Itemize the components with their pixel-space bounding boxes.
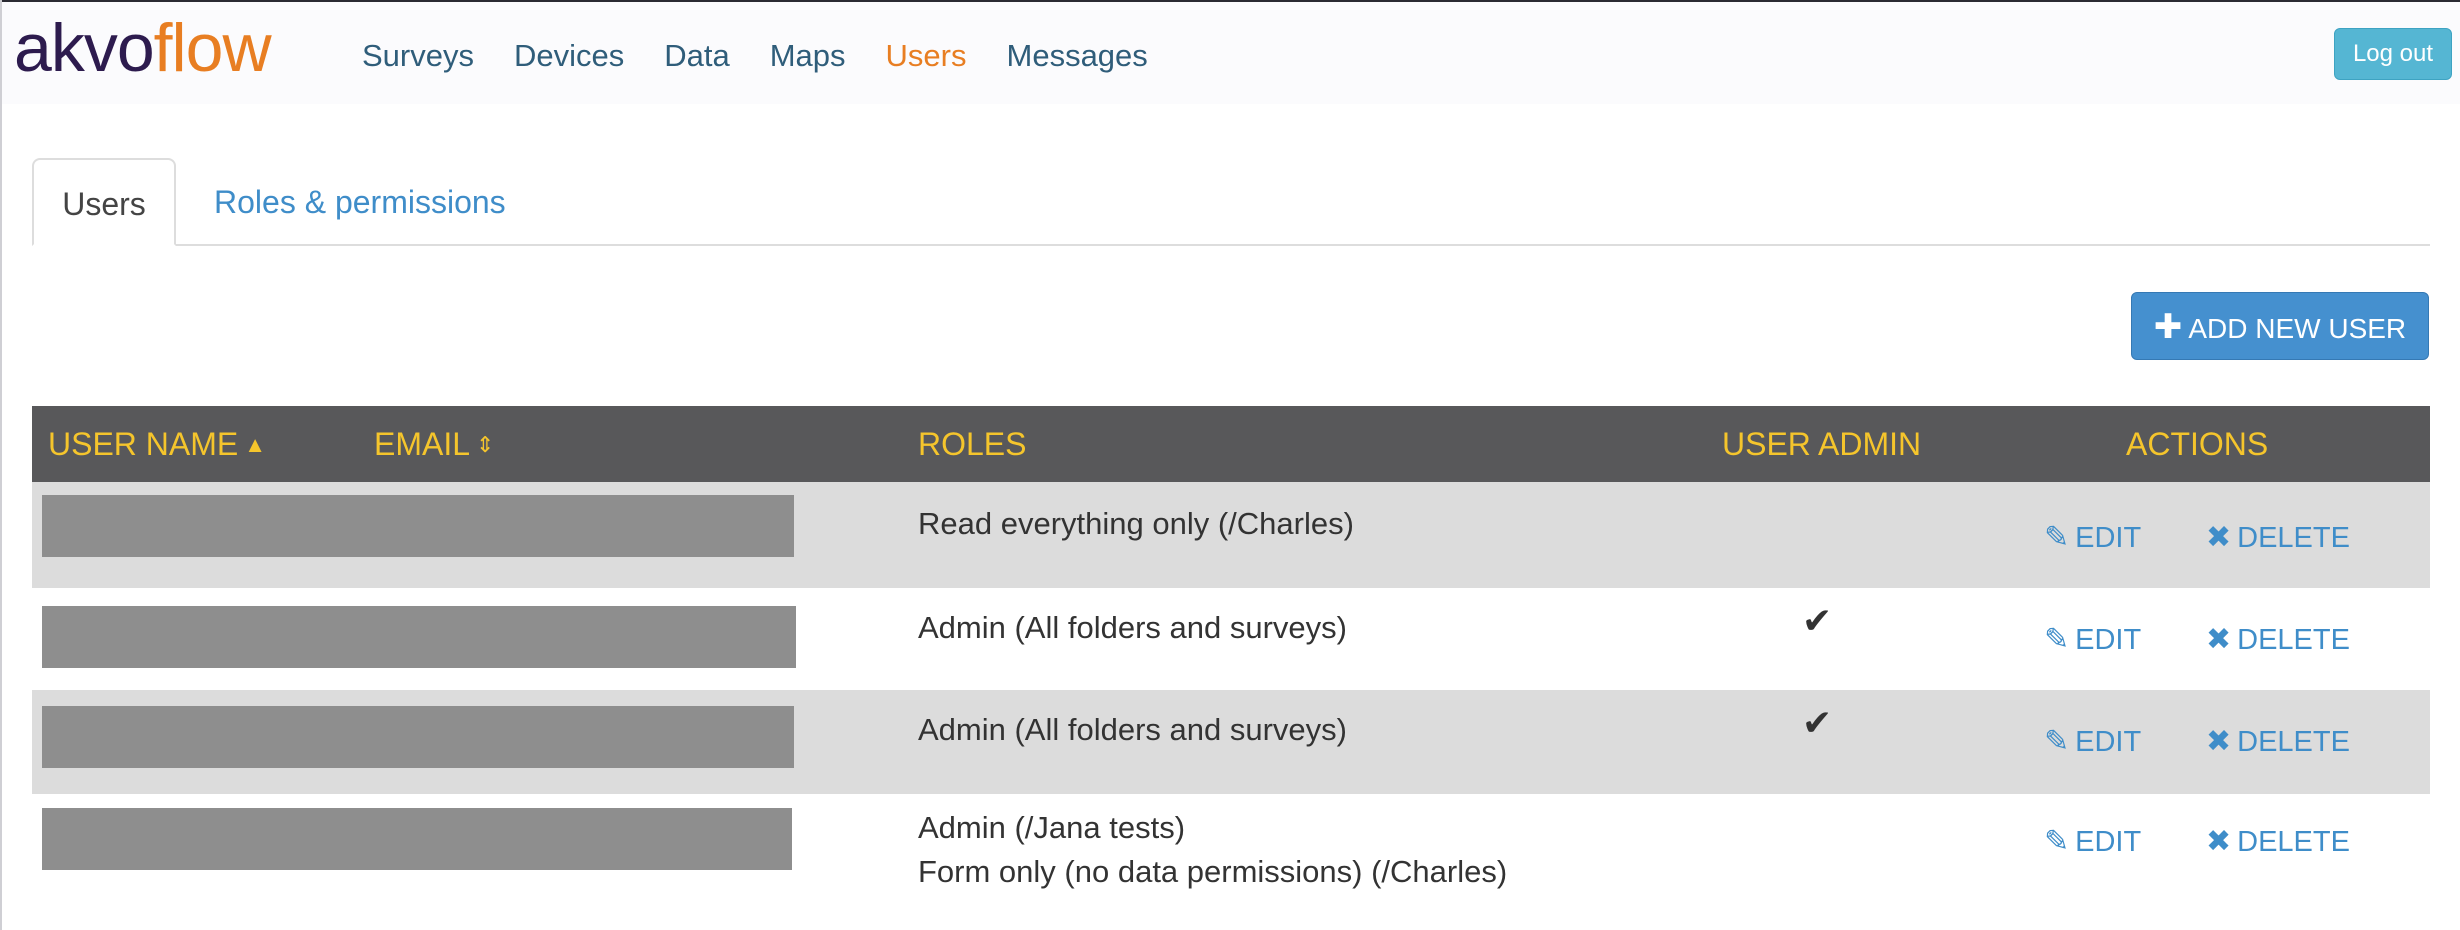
row-role: Admin (All folders and surveys) <box>918 610 1347 645</box>
edit-label: EDIT <box>2075 522 2142 554</box>
row-role: Form only (no data permissions) (/Charle… <box>918 854 1508 889</box>
user-admin-check-icon: ✔ <box>1802 600 1833 641</box>
close-icon: ✖ <box>2206 521 2232 554</box>
plus-icon: ✚ <box>2153 308 2183 346</box>
table-row: Read everything only (/Charles) ✎ EDIT ✖ D… <box>32 482 2430 588</box>
redacted-user-info <box>42 706 794 768</box>
delete-button[interactable]: ✖ DELETE <box>2206 724 2350 759</box>
nav-data[interactable]: Data <box>664 34 729 78</box>
column-header-email[interactable]: EMAIL ⇕ <box>374 406 494 483</box>
caret-up-icon: ▲ <box>244 432 267 457</box>
pencil-icon: ✎ <box>2044 521 2070 554</box>
redacted-user-info <box>42 808 792 870</box>
main-nav: Surveys Devices Data Maps Users Messages <box>362 34 1188 78</box>
pencil-icon: ✎ <box>2044 825 2070 858</box>
nav-users[interactable]: Users <box>886 34 967 78</box>
edit-button[interactable]: ✎ EDIT <box>2044 622 2141 657</box>
edit-button[interactable]: ✎ EDIT <box>2044 520 2141 555</box>
edit-label: EDIT <box>2075 726 2142 758</box>
column-header-user-admin: USER ADMIN <box>1722 426 1922 462</box>
pencil-icon: ✎ <box>2044 725 2070 758</box>
nav-surveys[interactable]: Surveys <box>362 34 474 78</box>
nav-maps[interactable]: Maps <box>770 34 846 78</box>
add-new-user-button[interactable]: ✚ ADD NEW USER <box>2131 292 2429 360</box>
column-header-username-label: USER NAME <box>48 426 239 462</box>
column-header-username[interactable]: USER NAME ▲ <box>48 406 266 483</box>
column-header-actions: ACTIONS <box>2126 426 2269 462</box>
pencil-icon: ✎ <box>2044 623 2070 656</box>
users-table: USER NAME ▲ EMAIL ⇕ ROLES USER ADMIN ACTIO… <box>32 406 2430 906</box>
redacted-user-info <box>42 495 794 557</box>
edit-button[interactable]: ✎ EDIT <box>2044 724 2141 759</box>
delete-label: DELETE <box>2237 826 2350 858</box>
row-role: Admin (/Jana tests) <box>918 810 1186 845</box>
delete-label: DELETE <box>2237 522 2350 554</box>
delete-button[interactable]: ✖ DELETE <box>2206 622 2350 657</box>
table-row: Admin (All folders and surveys) ✔ ✎ EDIT … <box>32 690 2430 794</box>
tab-bar: Users Roles & permissions <box>32 158 2430 246</box>
logout-button[interactable]: Log out <box>2334 28 2452 80</box>
row-role: Admin (All folders and surveys) <box>918 712 1347 747</box>
redacted-user-info <box>42 606 796 668</box>
column-header-email-label: EMAIL <box>374 426 471 462</box>
table-header: USER NAME ▲ EMAIL ⇕ ROLES USER ADMIN ACTIO… <box>32 406 2430 482</box>
nav-devices[interactable]: Devices <box>514 34 624 78</box>
user-admin-check-icon: ✔ <box>1802 702 1833 743</box>
add-new-user-label: ADD NEW USER <box>2188 313 2407 344</box>
nav-messages[interactable]: Messages <box>1007 34 1148 78</box>
window-left-border <box>0 0 2 930</box>
column-header-roles: ROLES <box>918 426 1027 462</box>
close-icon: ✖ <box>2206 623 2232 656</box>
row-role: Read everything only (/Charles) <box>918 506 1354 541</box>
delete-label: DELETE <box>2237 624 2350 656</box>
close-icon: ✖ <box>2206 825 2232 858</box>
edit-label: EDIT <box>2075 826 2142 858</box>
table-row: Admin (/Jana tests) Form only (no data p… <box>32 794 2430 906</box>
sort-icon: ⇕ <box>476 432 495 457</box>
delete-label: DELETE <box>2237 726 2350 758</box>
delete-button[interactable]: ✖ DELETE <box>2206 824 2350 859</box>
delete-button[interactable]: ✖ DELETE <box>2206 520 2350 555</box>
tab-roles-permissions[interactable]: Roles & permissions <box>214 158 506 244</box>
edit-button[interactable]: ✎ EDIT <box>2044 824 2141 859</box>
logo-akvo: akvo <box>14 10 155 86</box>
table-row: Admin (All folders and surveys) ✔ ✎ EDIT … <box>32 588 2430 690</box>
logo-flow: flow <box>153 10 272 86</box>
close-icon: ✖ <box>2206 725 2232 758</box>
tab-users[interactable]: Users <box>32 158 176 246</box>
edit-label: EDIT <box>2075 624 2142 656</box>
top-header: akvoflow Surveys Devices Data Maps Users… <box>2 2 2460 104</box>
akvoflow-logo[interactable]: akvoflow <box>14 8 272 88</box>
